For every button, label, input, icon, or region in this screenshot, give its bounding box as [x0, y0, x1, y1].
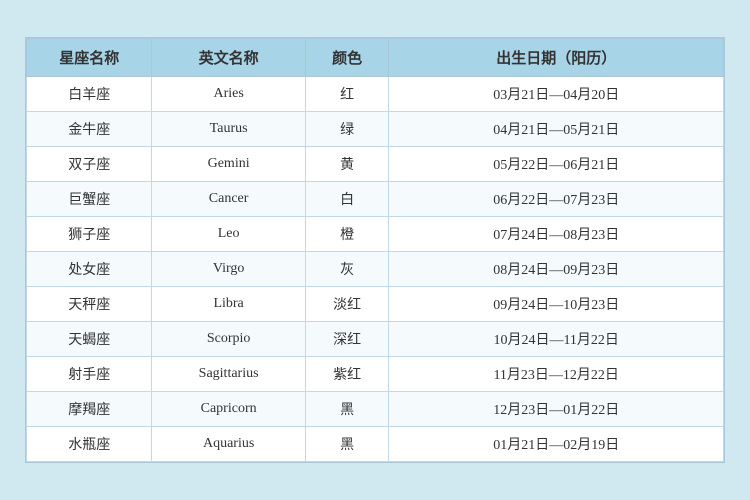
cell-chinese-name: 天蝎座 [27, 322, 152, 357]
cell-english-name: Virgo [152, 252, 305, 287]
table-row: 水瓶座Aquarius黑01月21日—02月19日 [27, 427, 724, 462]
cell-dates: 07月24日—08月23日 [389, 217, 724, 252]
cell-chinese-name: 金牛座 [27, 112, 152, 147]
cell-color: 黑 [305, 392, 389, 427]
header-color: 颜色 [305, 39, 389, 77]
header-chinese-name: 星座名称 [27, 39, 152, 77]
cell-dates: 11月23日—12月22日 [389, 357, 724, 392]
cell-english-name: Aries [152, 77, 305, 112]
cell-chinese-name: 白羊座 [27, 77, 152, 112]
header-birthday: 出生日期（阳历） [389, 39, 724, 77]
cell-chinese-name: 水瓶座 [27, 427, 152, 462]
cell-color: 红 [305, 77, 389, 112]
cell-chinese-name: 双子座 [27, 147, 152, 182]
table-row: 白羊座Aries红03月21日—04月20日 [27, 77, 724, 112]
cell-color: 黑 [305, 427, 389, 462]
zodiac-table-container: 星座名称 英文名称 颜色 出生日期（阳历） 白羊座Aries红03月21日—04… [25, 37, 725, 463]
cell-dates: 10月24日—11月22日 [389, 322, 724, 357]
cell-color: 灰 [305, 252, 389, 287]
cell-english-name: Leo [152, 217, 305, 252]
cell-english-name: Sagittarius [152, 357, 305, 392]
cell-color: 深红 [305, 322, 389, 357]
table-row: 狮子座Leo橙07月24日—08月23日 [27, 217, 724, 252]
cell-chinese-name: 狮子座 [27, 217, 152, 252]
table-row: 巨蟹座Cancer白06月22日—07月23日 [27, 182, 724, 217]
table-row: 摩羯座Capricorn黑12月23日—01月22日 [27, 392, 724, 427]
cell-color: 淡红 [305, 287, 389, 322]
cell-dates: 08月24日—09月23日 [389, 252, 724, 287]
cell-english-name: Aquarius [152, 427, 305, 462]
cell-chinese-name: 巨蟹座 [27, 182, 152, 217]
cell-dates: 09月24日—10月23日 [389, 287, 724, 322]
cell-color: 橙 [305, 217, 389, 252]
table-row: 处女座Virgo灰08月24日—09月23日 [27, 252, 724, 287]
cell-chinese-name: 天秤座 [27, 287, 152, 322]
cell-english-name: Libra [152, 287, 305, 322]
cell-dates: 05月22日—06月21日 [389, 147, 724, 182]
table-row: 天秤座Libra淡红09月24日—10月23日 [27, 287, 724, 322]
cell-english-name: Taurus [152, 112, 305, 147]
cell-dates: 06月22日—07月23日 [389, 182, 724, 217]
cell-dates: 04月21日—05月21日 [389, 112, 724, 147]
cell-dates: 03月21日—04月20日 [389, 77, 724, 112]
cell-english-name: Cancer [152, 182, 305, 217]
cell-chinese-name: 摩羯座 [27, 392, 152, 427]
cell-chinese-name: 射手座 [27, 357, 152, 392]
table-row: 双子座Gemini黄05月22日—06月21日 [27, 147, 724, 182]
cell-english-name: Gemini [152, 147, 305, 182]
cell-english-name: Scorpio [152, 322, 305, 357]
cell-dates: 01月21日—02月19日 [389, 427, 724, 462]
cell-color: 黄 [305, 147, 389, 182]
cell-dates: 12月23日—01月22日 [389, 392, 724, 427]
table-row: 射手座Sagittarius紫红11月23日—12月22日 [27, 357, 724, 392]
zodiac-table: 星座名称 英文名称 颜色 出生日期（阳历） 白羊座Aries红03月21日—04… [26, 38, 724, 462]
cell-color: 绿 [305, 112, 389, 147]
table-row: 天蝎座Scorpio深红10月24日—11月22日 [27, 322, 724, 357]
table-row: 金牛座Taurus绿04月21日—05月21日 [27, 112, 724, 147]
header-english-name: 英文名称 [152, 39, 305, 77]
cell-color: 白 [305, 182, 389, 217]
cell-english-name: Capricorn [152, 392, 305, 427]
cell-color: 紫红 [305, 357, 389, 392]
cell-chinese-name: 处女座 [27, 252, 152, 287]
table-header-row: 星座名称 英文名称 颜色 出生日期（阳历） [27, 39, 724, 77]
